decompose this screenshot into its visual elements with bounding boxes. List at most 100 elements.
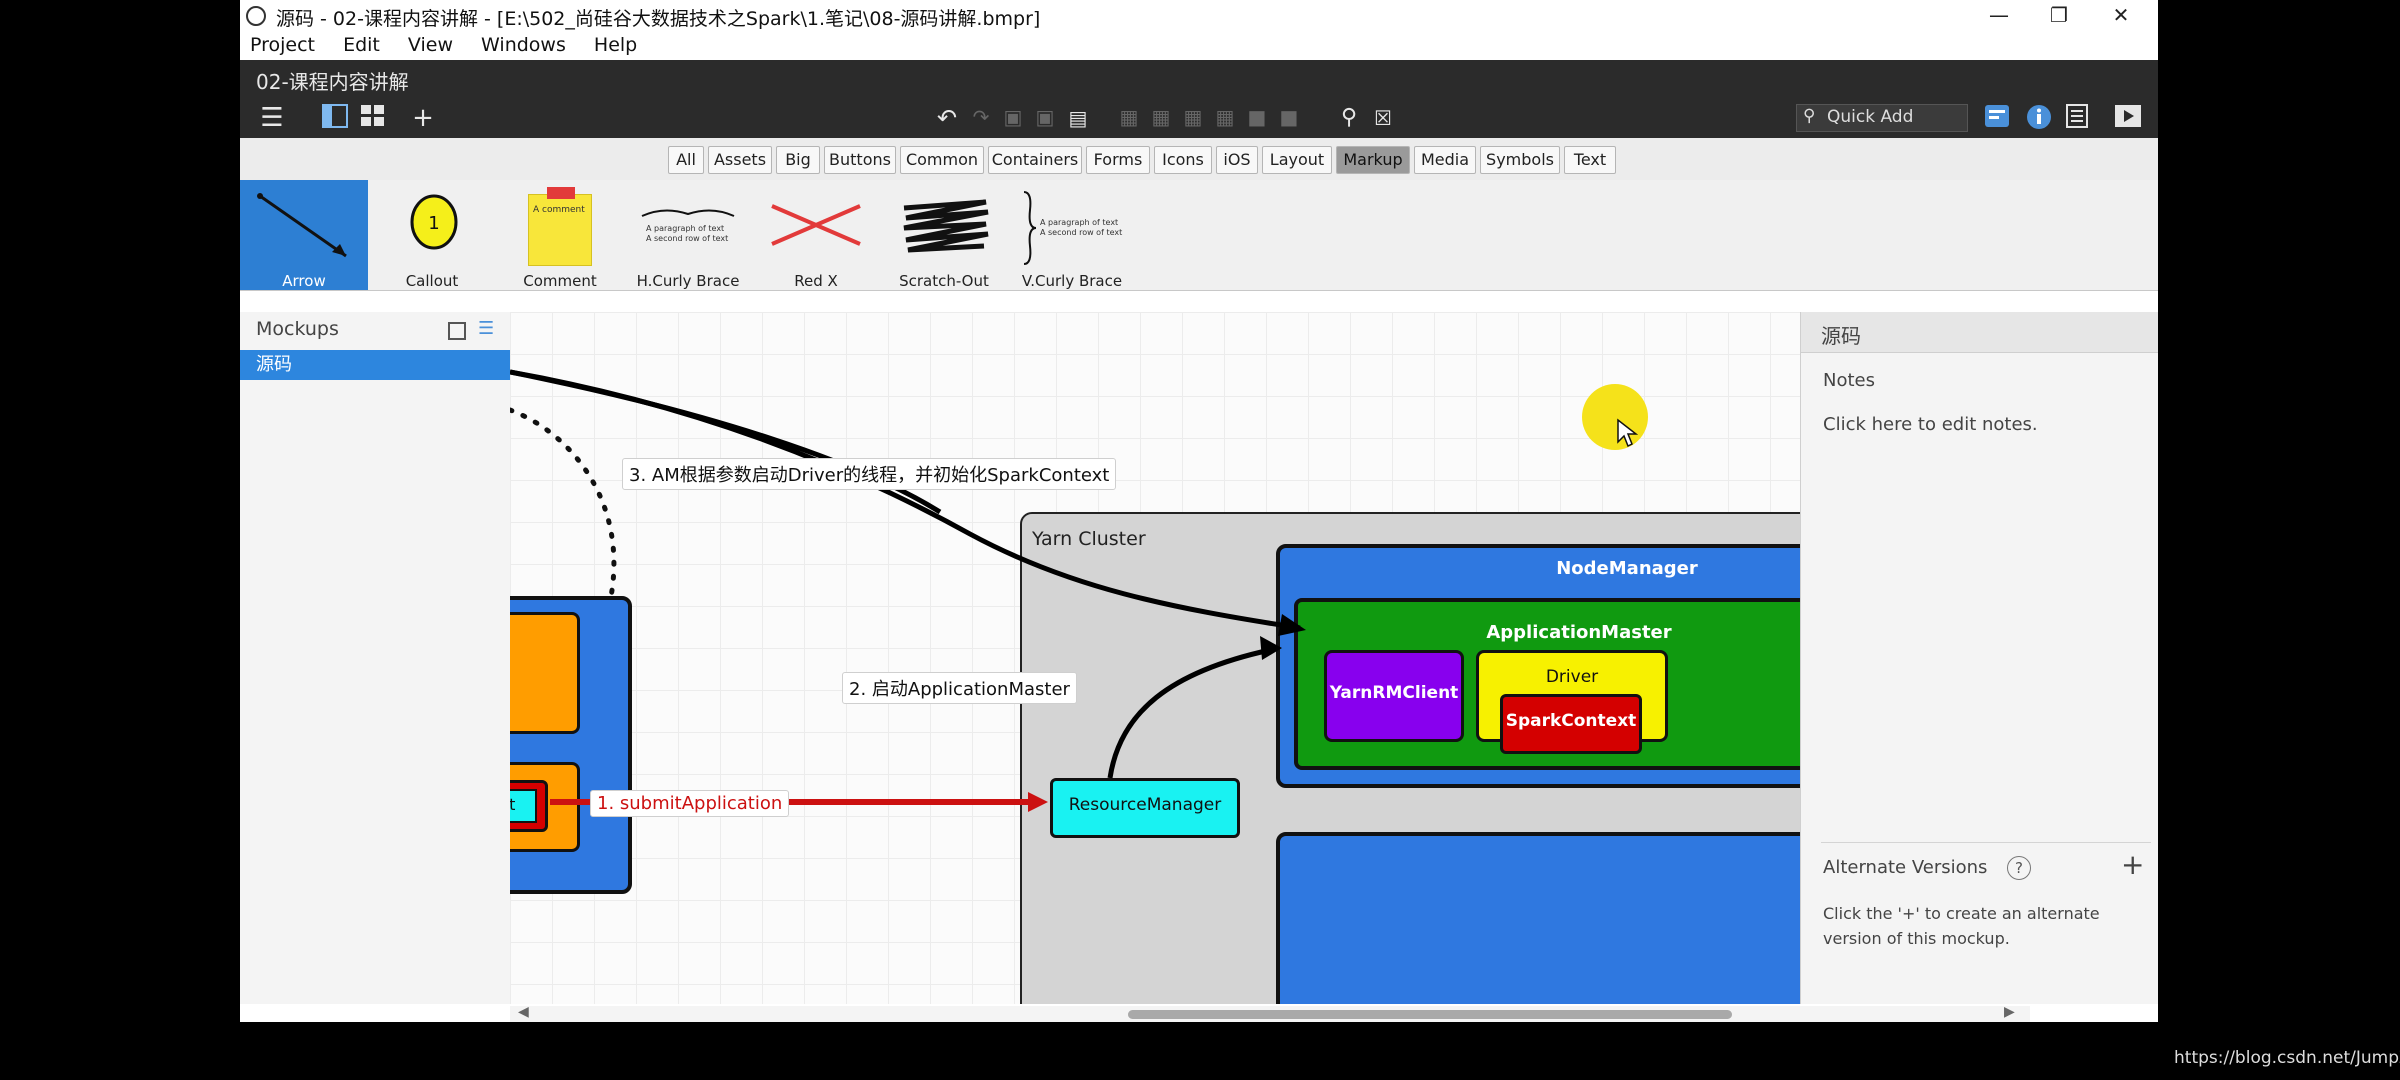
library-item-v-curly-brace[interactable]: A paragraph of text A second row of text…	[1008, 180, 1136, 290]
library-item-comment[interactable]: A comment Comment	[496, 180, 624, 290]
tab-common[interactable]: Common	[900, 146, 984, 174]
cursor-highlight	[1582, 384, 1648, 450]
add-mockup-icon[interactable]: +	[408, 104, 438, 132]
library-item-red-x[interactable]: Red X	[752, 180, 880, 290]
align-icon[interactable]: ▦	[1150, 106, 1172, 128]
grid-view-icon[interactable]	[358, 104, 388, 132]
window-title: 源码 - 02-课程内容讲解 - [E:\502_尚硅谷大数据技术之Spark\…	[276, 8, 1041, 30]
library-item-h-curly-brace[interactable]: A paragraph of text A second row of text…	[624, 180, 752, 290]
brace-text-1: A paragraph of text	[646, 224, 725, 233]
tab-markup[interactable]: Markup	[1336, 146, 1410, 174]
tab-symbols[interactable]: Symbols	[1480, 146, 1560, 174]
bring-front-icon[interactable]: ▦	[1182, 106, 1204, 128]
category-tabs: All Assets Big Buttons Common Containers…	[240, 138, 2158, 180]
quick-add-input[interactable]: ⚲ Quick Add	[1796, 104, 1968, 132]
mouse-cursor-icon	[1617, 418, 1638, 448]
library-item-label: H.Curly Brace	[636, 272, 740, 290]
scroll-left-icon[interactable]: ◀	[518, 1004, 529, 1020]
comment-preview-text: A comment	[533, 205, 585, 215]
tab-containers[interactable]: Containers	[988, 146, 1082, 174]
info-icon[interactable]	[2024, 104, 2054, 132]
library-item-label: V.Curly Brace	[1021, 272, 1123, 290]
library-item-arrow[interactable]: Arrow	[240, 180, 368, 290]
tab-big[interactable]: Big	[776, 146, 820, 174]
help-icon[interactable]: ?	[2007, 856, 2031, 880]
redo-icon[interactable]: ↷	[970, 106, 992, 128]
menu-edit[interactable]: Edit	[343, 30, 380, 60]
scratch-out-icon	[903, 199, 989, 253]
group-icon[interactable]: ▦	[1118, 106, 1140, 128]
mockups-header: Mockups	[256, 318, 339, 340]
close-button[interactable]: ✕	[2092, 0, 2150, 30]
maximize-button[interactable]: ❐	[2030, 0, 2088, 30]
list-view-icon[interactable]: ☰	[478, 318, 494, 339]
thumbnail-view-icon[interactable]	[448, 322, 466, 340]
comment-note-icon: A comment	[528, 187, 592, 266]
tab-ios[interactable]: iOS	[1216, 146, 1258, 174]
menu-windows[interactable]: Windows	[481, 30, 566, 60]
app-icon	[246, 6, 266, 26]
mockup-title: 源码	[1821, 324, 1861, 348]
library-item-scratch-out[interactable]: Scratch-Out	[880, 180, 1008, 290]
comment-tape	[547, 187, 575, 199]
tab-forms[interactable]: Forms	[1086, 146, 1150, 174]
v-brace-text-2: A second row of text	[1040, 228, 1123, 237]
divider	[1821, 842, 2151, 843]
menu-help[interactable]: Help	[594, 30, 637, 60]
lock-icon[interactable]: ■	[1246, 106, 1268, 128]
red-x-icon	[771, 204, 861, 246]
minimize-button[interactable]: —	[1970, 0, 2028, 30]
library-item-label: Scratch-Out	[899, 272, 989, 290]
component-library: Arrow 1 Callout A comment Comment A para…	[240, 180, 2158, 291]
title-bar: 源码 - 02-课程内容讲解 - [E:\502_尚硅谷大数据技术之Spark\…	[240, 0, 2158, 30]
properties-panel: 源码 Notes Click here to edit notes. Alter…	[1800, 312, 2158, 1004]
notes-label: Notes	[1823, 370, 1875, 391]
tab-text[interactable]: Text	[1564, 146, 1616, 174]
properties-header: 源码	[1801, 312, 2158, 353]
properties-icon[interactable]	[2062, 104, 2092, 132]
step1-arrowhead	[1028, 792, 1048, 812]
copy-icon[interactable]: ▣	[1034, 106, 1056, 128]
step1-label: 1. submitApplication	[590, 790, 790, 817]
app-window: 源码 - 02-课程内容讲解 - [E:\502_尚硅谷大数据技术之Spark\…	[240, 0, 2158, 1022]
tab-all[interactable]: All	[668, 146, 704, 174]
mockup-item[interactable]: 源码	[240, 350, 510, 380]
step3-arrowhead	[1278, 614, 1306, 636]
scroll-right-icon[interactable]: ▶	[2004, 1004, 2015, 1020]
library-icon[interactable]	[1982, 104, 2012, 132]
add-alternate-icon[interactable]: +	[2121, 848, 2144, 881]
presentation-icon[interactable]	[2112, 104, 2144, 132]
callout-number: 1	[428, 213, 439, 234]
notes-text[interactable]: Click here to edit notes.	[1823, 414, 2038, 435]
step2-arrow-line	[1107, 647, 1271, 779]
library-item-label: Red X	[794, 272, 838, 290]
horizontal-scrollbar-track[interactable]: ◀ ▶	[510, 1004, 2030, 1022]
hamburger-menu-icon[interactable]: ☰	[252, 104, 292, 132]
step2-label: 2. 启动ApplicationMaster	[842, 672, 1077, 704]
tab-media[interactable]: Media	[1414, 146, 1476, 174]
watermark-url: https://blog.csdn.net/JumpZard	[2174, 1048, 2400, 1068]
send-back-icon[interactable]: ▦	[1214, 106, 1236, 128]
menu-view[interactable]: View	[408, 30, 453, 60]
tab-assets[interactable]: Assets	[708, 146, 772, 174]
cut-icon[interactable]: ▣	[1002, 106, 1024, 128]
tab-layout[interactable]: Layout	[1262, 146, 1332, 174]
library-item-callout[interactable]: 1 Callout	[368, 180, 496, 290]
panel-toggle-icon[interactable]	[320, 104, 350, 132]
menu-project[interactable]: Project	[250, 30, 315, 60]
tab-buttons[interactable]: Buttons	[824, 146, 896, 174]
v-brace-text-1: A paragraph of text	[1040, 218, 1119, 227]
find-icon[interactable]: ⚲	[1336, 104, 1362, 132]
main-toolbar: 02-课程内容讲解 ☰ + ↶ ↷ ▣ ▣ ▤ ▦ ▦ ▦ ▦ ■ ■ ⚲ ☒ …	[240, 60, 2158, 138]
trash-icon[interactable]: ■	[1278, 106, 1300, 128]
brace-text-2: A second row of text	[646, 234, 729, 243]
clear-icon[interactable]: ☒	[1370, 104, 1396, 132]
callout-icon: 1	[410, 194, 458, 250]
tab-icons[interactable]: Icons	[1154, 146, 1212, 174]
horizontal-scrollbar-thumb[interactable]	[1128, 1010, 1732, 1019]
v-curly-brace-icon	[1023, 191, 1037, 265]
search-icon: ⚲	[1803, 106, 1816, 126]
library-item-label: Comment	[523, 272, 597, 290]
paste-icon[interactable]: ▤	[1066, 104, 1090, 132]
undo-icon[interactable]: ↶	[932, 104, 962, 132]
